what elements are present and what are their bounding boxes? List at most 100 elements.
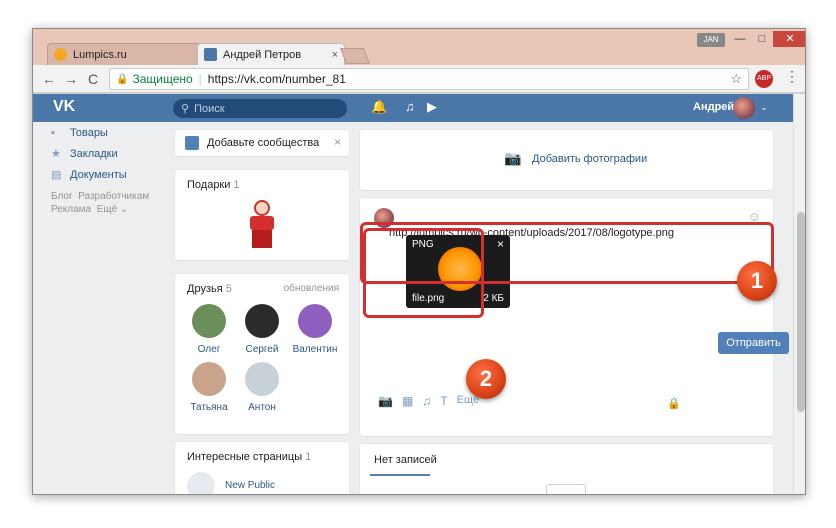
menu-label: Товары [70, 126, 108, 139]
friend-avatar [245, 362, 279, 396]
annotation-badge-2: 2 [466, 359, 506, 399]
play-icon[interactable]: ▶ [427, 99, 437, 115]
friend-name: Олег [197, 344, 221, 355]
vk-logo[interactable]: VK [53, 98, 75, 116]
page-scrollbar[interactable] [793, 94, 805, 494]
add-communities-label: Добавьте сообщества [207, 137, 320, 149]
bell-icon[interactable]: 🔔 [371, 99, 387, 115]
send-button[interactable]: Отправить [718, 332, 789, 354]
text-attach-icon[interactable]: T [440, 394, 447, 408]
add-communities-card[interactable]: Добавьте сообщества × [175, 130, 349, 156]
interesting-pages-card: Интересные страницы 1 New Public [175, 442, 349, 494]
footer-link-developers[interactable]: Разработчикам [78, 191, 149, 202]
friends-card: Друзья 5 обновления Олег Сергей Валентин … [175, 274, 349, 434]
gift-image[interactable] [247, 200, 277, 250]
friend-avatar [192, 304, 226, 338]
address-bar[interactable]: 🔒 Защищено | https://vk.com/number_81 ☆ [109, 68, 749, 90]
friends-label: Друзья [187, 283, 223, 295]
back-button[interactable]: ← [39, 69, 59, 89]
add-photos-card[interactable]: 📷 Добавить фотографии [360, 130, 773, 190]
no-posts-label[interactable]: Нет записей [374, 454, 437, 466]
title-bar: Lumpics.ru × Андрей Петров × JAN — □ ✕ [33, 29, 805, 65]
friend-item[interactable]: Сергей [232, 304, 292, 355]
friend-item[interactable]: Антон [232, 362, 292, 413]
footer-link-blog[interactable]: Блог [51, 191, 73, 202]
friend-avatar [245, 304, 279, 338]
friend-name: Валентин [292, 344, 338, 355]
lock-icon: 🔒 [116, 73, 129, 85]
annotation-badge-1: 1 [737, 261, 777, 301]
chevron-down-icon[interactable]: ⌄ [760, 102, 768, 113]
tab-title: Lumpics.ru [73, 48, 127, 61]
scrollbar-thumb[interactable] [797, 212, 805, 412]
friend-item[interactable]: Валентин [285, 304, 345, 355]
left-menu: ▪ Товары ★ Закладки ▤ Документы Блог Раз… [51, 122, 171, 216]
interesting-pages-title[interactable]: Интересные страницы 1 [187, 451, 311, 463]
forward-button[interactable]: → [61, 69, 81, 89]
menu-label: Документы [70, 168, 127, 181]
extension-icon[interactable]: ABP [755, 70, 773, 88]
browser-toolbar: ← → C 🔒 Защищено | https://vk.com/number… [33, 65, 805, 93]
friend-item[interactable]: Олег [179, 304, 239, 355]
close-window-button[interactable]: ✕ [773, 31, 805, 47]
vk-header: VK ⚲ Поиск 🔔 ♫ ▶ Андрей ⌄ [33, 94, 793, 122]
tab-vk-profile[interactable]: Андрей Петров × [197, 43, 345, 65]
star-icon: ★ [51, 148, 61, 160]
close-icon[interactable]: × [334, 135, 341, 149]
reload-button[interactable]: C [83, 69, 103, 89]
search-icon: ⚲ [181, 103, 190, 115]
tab-underline [370, 474, 430, 476]
footer-link-ads[interactable]: Реклама [51, 204, 91, 215]
interesting-pages-label: Интересные страницы [187, 451, 303, 463]
community-icon [185, 136, 199, 150]
profile-badge[interactable]: JAN [697, 33, 725, 47]
menu-item-documents[interactable]: ▤ Документы [51, 164, 171, 185]
browser-window: Lumpics.ru × Андрей Петров × JAN — □ ✕ ←… [32, 28, 806, 495]
attachment-size: 2 КБ [483, 293, 504, 304]
vk-favicon-icon [204, 48, 217, 61]
camera-icon: 📷 [504, 150, 522, 166]
page-viewport: VK ⚲ Поиск 🔔 ♫ ▶ Андрей ⌄ ▪ Товары ★ Зак… [33, 94, 793, 494]
friends-updates-link[interactable]: обновления [284, 283, 339, 294]
gifts-card: Подарки 1 [175, 170, 349, 260]
tab-close-icon[interactable]: × [332, 49, 338, 61]
gifts-title[interactable]: Подарки 1 [187, 179, 240, 191]
separator: | [198, 72, 202, 86]
bookmark-star-icon[interactable]: ☆ [730, 71, 742, 87]
lumpics-favicon-icon [54, 48, 67, 61]
new-tab-button[interactable] [340, 48, 370, 64]
tab-lumpics[interactable]: Lumpics.ru × [47, 43, 211, 65]
user-name[interactable]: Андрей [693, 101, 734, 113]
secure-label: Защищено [132, 72, 193, 86]
public-page-link[interactable]: New Public [225, 480, 275, 491]
community-avatar[interactable] [187, 472, 215, 494]
friend-avatar [298, 304, 332, 338]
attach-toolbar: 📷 ▦ ♫ T Ещё [378, 394, 479, 408]
document-icon: ▤ [51, 169, 62, 181]
bag-icon: ▪ [51, 126, 55, 139]
footer-link-more[interactable]: Ещё ⌄ [97, 204, 129, 215]
friends-count: 5 [225, 283, 232, 295]
menu-item-goods[interactable]: ▪ Товары [51, 122, 171, 143]
minimize-button[interactable]: — [729, 31, 751, 47]
footer-links: Блог Разработчикам Реклама Ещё ⌄ [51, 190, 171, 216]
tab-title: Андрей Петров [223, 48, 302, 61]
gifts-label: Подарки [187, 179, 231, 191]
maximize-button[interactable]: □ [751, 31, 773, 47]
menu-dots-icon[interactable]: ⋮ [785, 68, 799, 85]
friend-name: Сергей [245, 344, 279, 355]
friends-title[interactable]: Друзья 5 [187, 283, 232, 295]
interesting-pages-count: 1 [305, 451, 312, 463]
friend-avatar [192, 362, 226, 396]
privacy-lock-icon[interactable]: 🔒 [667, 397, 681, 410]
wall-card: Нет записей [360, 444, 773, 494]
friend-item[interactable]: Татьяна [179, 362, 239, 413]
menu-label: Закладки [70, 147, 118, 160]
menu-item-bookmarks[interactable]: ★ Закладки [51, 143, 171, 164]
music-icon[interactable]: ♫ [405, 99, 415, 114]
audio-attach-icon[interactable]: ♫ [422, 394, 431, 408]
photo-attach-icon[interactable]: 📷 [378, 394, 393, 408]
video-attach-icon[interactable]: ▦ [402, 394, 413, 408]
user-avatar[interactable] [733, 97, 755, 119]
search-input[interactable]: ⚲ Поиск [173, 99, 347, 118]
